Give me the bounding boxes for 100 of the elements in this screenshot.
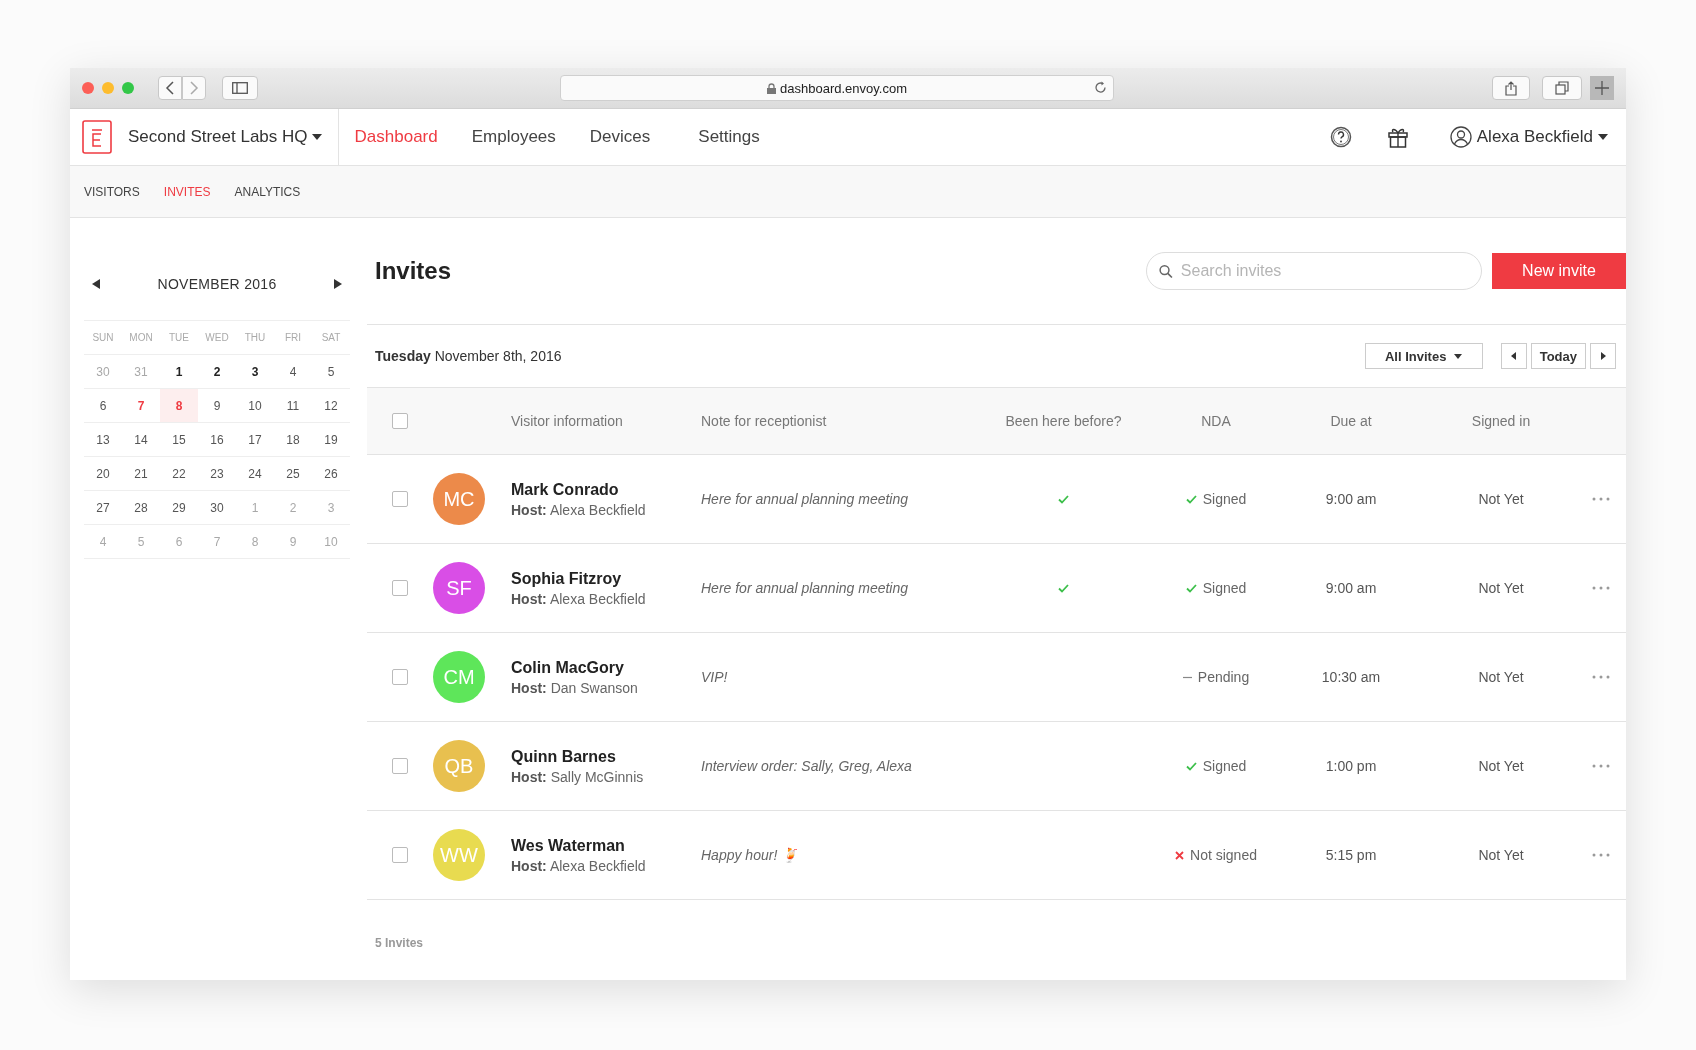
subnav-tab[interactable]: VISITORS [84,184,140,199]
host-name: Host: Alexa Beckfield [511,857,647,874]
calendar-day[interactable]: 19 [312,423,350,457]
ellipsis-icon [1592,497,1610,501]
row-checkbox[interactable] [392,669,408,685]
due-time: 9:00 am [1325,580,1377,596]
avatar: MC [433,473,485,525]
signed-in-status: Not Yet [1478,491,1524,507]
calendar-day[interactable]: 10 [236,389,274,423]
weekday-label: TUE [160,321,198,355]
calendar-day[interactable]: 5 [312,355,350,389]
location-dropdown[interactable]: Second Street Labs HQ [128,127,322,147]
address-bar[interactable]: dashboard.envoy.com [560,75,1114,101]
nda-status: Signed [1202,491,1247,507]
weekday-label: MON [122,321,160,355]
gift-icon[interactable] [1387,126,1408,148]
nav-tab[interactable]: Dashboard [354,127,438,147]
new-tab-button[interactable] [1590,76,1614,100]
weekday-label: SAT [312,321,350,355]
avatar: QB [433,740,485,792]
calendar-day[interactable]: 14 [122,423,160,457]
calendar-day[interactable]: 30 [198,491,236,525]
search-field[interactable]: Search invites [1178,261,1469,281]
calendar-day[interactable]: 11 [274,389,312,423]
calendar-day[interactable]: 12 [312,389,350,423]
calendar-day[interactable]: 6 [84,389,122,423]
previous-day-button[interactable] [1500,343,1527,369]
avatar: SF [433,562,485,614]
nav-tab[interactable]: Settings [698,127,760,147]
calendar-day[interactable]: 3 [236,355,274,389]
nav-tab[interactable]: Employees [471,127,556,147]
calendar-day[interactable]: 4 [274,355,312,389]
row-checkbox[interactable] [392,491,408,507]
logo-icon[interactable] [82,120,112,154]
signed-in-status: Not Yet [1478,847,1524,863]
due-time: 10:30 am [1321,669,1381,685]
calendar-day[interactable]: 21 [122,457,160,491]
nda-status: Signed [1202,580,1247,596]
row-checkbox[interactable] [392,847,408,863]
calendar-day[interactable]: 24 [236,457,274,491]
previous-month-button[interactable] [90,277,102,291]
calendar-day[interactable]: 13 [84,423,122,457]
back-button[interactable] [158,76,182,100]
row-checkbox[interactable] [392,758,408,774]
help-icon[interactable] [1329,126,1352,148]
calendar-day[interactable]: 25 [274,457,312,491]
sidebar-button[interactable] [222,76,258,100]
close-button[interactable] [82,82,94,94]
user-menu[interactable]: Alexa Beckfield [1443,125,1614,149]
host-name: Host: Alexa Beckfield [511,590,647,607]
forward-button[interactable] [182,76,206,100]
subnav-tab[interactable]: INVITES [163,184,211,199]
nda-status: Not signed [1190,847,1257,863]
dash-icon [1182,675,1192,679]
calendar-day[interactable]: 28 [122,491,160,525]
signed-in-status: Not Yet [1478,580,1524,596]
calendar-day[interactable]: 29 [160,491,198,525]
search-icon [1159,263,1173,279]
tabs-button[interactable] [1542,76,1582,100]
invite-count: 5 Invites [374,935,425,950]
calendar-day[interactable]: 17 [236,423,274,457]
column-header: Note for receptionist [701,413,828,429]
calendar-day[interactable]: 15 [160,423,198,457]
visitor-name: Sophia Fitzroy [511,569,623,588]
calendar-day[interactable]: 9 [198,389,236,423]
nav-tab[interactable]: Devices [589,127,651,147]
signed-in-status: Not Yet [1478,669,1524,685]
calendar-day[interactable]: 26 [312,457,350,491]
calendar-day[interactable]: 23 [198,457,236,491]
select-all-checkbox[interactable] [392,413,408,429]
subnav-tab[interactable]: ANALYTICS [234,184,301,199]
calendar-day[interactable]: 20 [84,457,122,491]
filter-dropdown[interactable]: All Invites [1364,343,1483,369]
calendar-day[interactable]: 2 [198,355,236,389]
due-time: 9:00 am [1325,491,1377,507]
column-header: Signed in [1471,413,1531,429]
nda-status: Signed [1202,758,1247,774]
chevron-left-icon [165,81,175,95]
today-button[interactable]: Today [1530,343,1586,369]
lock-icon [767,82,776,94]
weekday-label: SUN [84,321,122,355]
reload-icon[interactable] [1094,81,1107,94]
triangle-right-icon [1600,352,1606,360]
calendar-day[interactable]: 27 [84,491,122,525]
check-icon [1185,761,1197,771]
calendar-day[interactable]: 18 [274,423,312,457]
visitor-name: Colin MacGory [511,658,625,677]
calendar-day[interactable]: 16 [198,423,236,457]
signed-in-status: Not Yet [1478,758,1524,774]
row-checkbox[interactable] [392,580,408,596]
next-day-button[interactable] [1590,343,1616,369]
cross-icon [1175,850,1185,860]
visitor-name: Wes Waterman [511,836,626,855]
calendar-day[interactable]: 22 [160,457,198,491]
next-month-button[interactable] [332,277,344,291]
column-header: Been here before? [1005,413,1122,429]
zoom-button[interactable] [122,82,134,94]
new-invite-button[interactable]: New invite [1492,253,1626,289]
page-title: Invites [375,257,452,285]
share-button[interactable] [1492,76,1530,100]
